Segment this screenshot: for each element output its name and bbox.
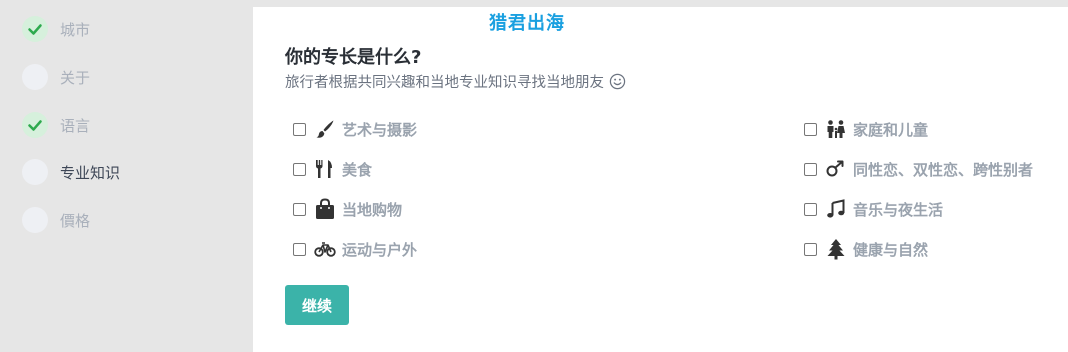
family-icon	[825, 119, 847, 139]
option-food[interactable]: 美食	[293, 157, 372, 181]
checkbox[interactable]	[804, 202, 817, 216]
sidebar-step-label: 语言	[60, 116, 91, 135]
checkbox[interactable]	[293, 122, 306, 136]
option-label: 当地购物	[342, 200, 403, 219]
subtitle-text: 旅行者根据共同兴趣和当地专业知识寻找当地朋友	[285, 75, 604, 91]
music-note-icon	[825, 199, 847, 219]
sidebar-step-about[interactable]: 关于	[22, 62, 90, 92]
watermark-logo: 猎君出海	[489, 13, 565, 34]
step-circle-icon	[22, 159, 48, 185]
option-label: 音乐与夜生活	[853, 200, 944, 219]
checkbox[interactable]	[293, 162, 306, 176]
option-health-nature[interactable]: 健康与自然	[804, 237, 928, 261]
checkbox[interactable]	[293, 202, 306, 216]
check-icon	[22, 112, 48, 138]
paintbrush-icon	[314, 119, 336, 139]
smiley-icon	[609, 73, 626, 90]
checkbox[interactable]	[293, 242, 306, 256]
checkbox[interactable]	[804, 242, 817, 256]
bicycle-icon	[314, 239, 336, 259]
continue-button[interactable]: 继续	[285, 285, 349, 325]
sidebar-step-expertise[interactable]: 专业知识	[22, 157, 120, 187]
option-family-kids[interactable]: 家庭和儿童	[804, 117, 928, 141]
option-sports-outdoors[interactable]: 运动与户外	[293, 237, 417, 261]
checkbox[interactable]	[804, 122, 817, 136]
gender-symbol-icon	[825, 159, 847, 179]
fork-knife-icon	[314, 159, 336, 179]
step-circle-icon	[22, 64, 48, 90]
tree-icon	[825, 239, 847, 260]
sidebar-step-label: 关于	[60, 68, 91, 87]
sidebar-step-language[interactable]: 语言	[22, 110, 90, 140]
option-label: 健康与自然	[853, 240, 929, 259]
page-title: 你的专长是什么?	[285, 47, 422, 68]
option-local-shopping[interactable]: 当地购物	[293, 197, 402, 221]
page-subtitle: 旅行者根据共同兴趣和当地专业知识寻找当地朋友	[285, 71, 626, 92]
option-label: 艺术与摄影	[342, 120, 418, 139]
option-label: 家庭和儿童	[853, 120, 929, 139]
sidebar: 城市 关于 语言 专业知识 價格	[0, 0, 252, 352]
option-label: 运动与户外	[342, 240, 418, 259]
sidebar-step-price[interactable]: 價格	[22, 205, 90, 235]
sidebar-step-label: 城市	[60, 20, 91, 39]
shopping-bag-icon	[314, 198, 336, 219]
option-art-photography[interactable]: 艺术与摄影	[293, 117, 417, 141]
check-icon	[22, 16, 48, 42]
sidebar-step-city[interactable]: 城市	[22, 14, 90, 44]
sidebar-step-label: 专业知识	[60, 163, 121, 182]
sidebar-step-label: 價格	[60, 211, 91, 230]
checkbox[interactable]	[804, 162, 817, 176]
option-label: 同性恋、双性恋、跨性别者	[853, 160, 1034, 179]
option-label: 美食	[342, 160, 373, 179]
expertise-card: 猎君出海 你的专长是什么? 旅行者根据共同兴趣和当地专业知识寻找当地朋友 艺术与…	[253, 7, 1068, 352]
step-circle-icon	[22, 207, 48, 233]
option-music-nightlife[interactable]: 音乐与夜生活	[804, 197, 943, 221]
option-lgbt[interactable]: 同性恋、双性恋、跨性别者	[804, 157, 1033, 181]
